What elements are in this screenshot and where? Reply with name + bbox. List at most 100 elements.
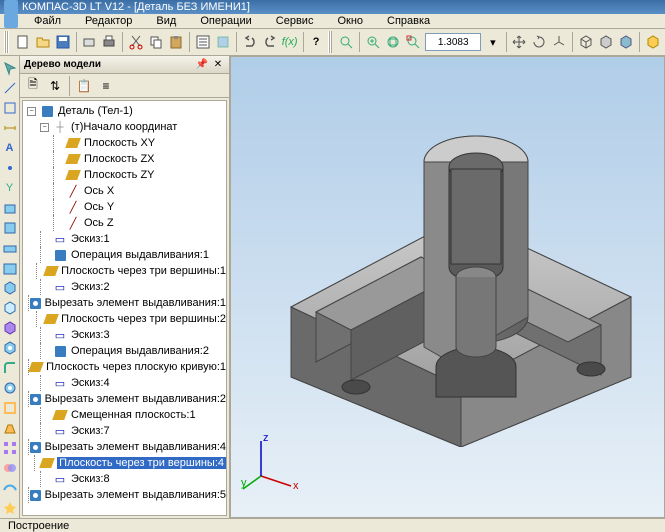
tree-item[interactable]: ▭Эскиз:3 [23, 327, 226, 343]
tree-item[interactable]: Плоскость ZY [23, 167, 226, 183]
vtool-box3[interactable] [1, 239, 19, 257]
open-button[interactable] [34, 31, 52, 53]
tree-item[interactable]: Плоскость через три вершины:2 [23, 311, 226, 327]
menu-file[interactable]: Файл [22, 15, 73, 27]
main-toolbar: f(x) ? ▾ [0, 29, 665, 56]
tree-item[interactable]: Операция выдавливания:2 [23, 343, 226, 359]
save-button[interactable] [54, 31, 72, 53]
pin-button[interactable]: 📌 [195, 58, 209, 72]
library-button[interactable] [214, 31, 232, 53]
copy-button[interactable] [147, 31, 165, 53]
tree-body[interactable]: −Деталь (Тел-1) −┼(т)Начало координат Пл… [22, 100, 227, 516]
tree-btn3[interactable]: 📋 [74, 76, 94, 96]
undo-button[interactable] [241, 31, 259, 53]
zoom-area-button[interactable] [337, 31, 355, 53]
vtool-shell[interactable] [1, 399, 19, 417]
vtool-line[interactable] [1, 79, 19, 97]
tree-item[interactable]: Вырезать элемент выдавливания:5 [23, 487, 226, 503]
vtool-cut[interactable] [1, 339, 19, 357]
vtool-pattern[interactable] [1, 439, 19, 457]
properties-button[interactable] [194, 31, 212, 53]
vtool-bool[interactable] [1, 459, 19, 477]
vtool-text[interactable]: A [1, 139, 19, 157]
paste-button[interactable] [167, 31, 185, 53]
vtool-surf[interactable] [1, 479, 19, 497]
vtool-sketch[interactable] [1, 99, 19, 117]
tree-item[interactable]: ▭Эскиз:8 [23, 471, 226, 487]
rotate-button[interactable] [530, 31, 548, 53]
tree-item[interactable]: Плоскость через три вершины:1 [23, 263, 226, 279]
titlebar: КОМПАС-3D LT V12 - [Деталь БЕЗ ИМЕНИ1] [0, 0, 665, 14]
zoom-in-button[interactable] [364, 31, 382, 53]
doc-icon [4, 14, 18, 28]
print-preview-button[interactable] [80, 31, 98, 53]
toolbar-grip[interactable] [328, 31, 333, 53]
tree-item[interactable]: Операция выдавливания:1 [23, 247, 226, 263]
hidden-button[interactable] [597, 31, 615, 53]
tree-item[interactable]: ▭Эскиз:7 [23, 423, 226, 439]
tree-item[interactable]: ▭Эскиз:1 [23, 231, 226, 247]
axis-gizmo: x y z [241, 431, 301, 491]
zoom-input[interactable] [425, 33, 481, 51]
print-button[interactable] [100, 31, 118, 53]
vtool-misc[interactable] [1, 499, 19, 517]
tree-item[interactable]: Вырезать элемент выдавливания:4 [23, 439, 226, 455]
new-button[interactable] [14, 31, 32, 53]
tree-item[interactable]: Плоскость через плоскую кривую:1 [23, 359, 226, 375]
statusbar: Построение [0, 518, 665, 532]
tree-btn4[interactable]: ≡ [96, 76, 116, 96]
help-cursor-button[interactable]: ? [307, 31, 324, 53]
tree-item[interactable]: Плоскость через три вершины:4 [23, 455, 226, 471]
menu-view[interactable]: Вид [144, 15, 188, 27]
tree-item[interactable]: ╱Ось Z [23, 215, 226, 231]
tree-item[interactable]: Смещенная плоскость:1 [23, 407, 226, 423]
menu-editor[interactable]: Редактор [73, 15, 144, 27]
redo-button[interactable] [261, 31, 279, 53]
vtool-y[interactable]: Y [1, 179, 19, 197]
vtool-extr[interactable] [1, 319, 19, 337]
tree-item[interactable]: ▭Эскиз:2 [23, 279, 226, 295]
toolbar-grip[interactable] [4, 31, 9, 53]
zoom-fit-button[interactable] [384, 31, 402, 53]
tree-item[interactable]: Плоскость ZX [23, 151, 226, 167]
cut-button[interactable] [127, 31, 145, 53]
zoom-all-button[interactable] [404, 31, 422, 53]
viewport-3d[interactable]: x y z [230, 56, 665, 518]
function-button[interactable]: f(x) [281, 31, 299, 53]
tree-item[interactable]: ╱Ось Y [23, 199, 226, 215]
menu-help[interactable]: Справка [375, 15, 442, 27]
tree-btn1[interactable]: 🗎 [23, 76, 43, 96]
model-tree-panel: Дерево модели 📌 ✕ 🗎 ⇅ 📋 ≡ −Деталь (Тел-1… [20, 56, 230, 518]
menu-service[interactable]: Сервис [264, 15, 326, 27]
vtool-hole[interactable] [1, 379, 19, 397]
perspective-button[interactable] [644, 31, 662, 53]
vtool-cube2[interactable] [1, 299, 19, 317]
close-panel-button[interactable]: ✕ [211, 58, 225, 72]
menu-window[interactable]: Окно [325, 15, 375, 27]
vtool-point[interactable] [1, 159, 19, 177]
menu-operations[interactable]: Операции [188, 15, 263, 27]
vtool-cube1[interactable] [1, 279, 19, 297]
shaded-button[interactable] [617, 31, 635, 53]
tree-item[interactable]: Плоскость XY [23, 135, 226, 151]
orientation-button[interactable] [550, 31, 568, 53]
tree-item[interactable]: Вырезать элемент выдавливания:1 [23, 295, 226, 311]
vtool-box2[interactable] [1, 219, 19, 237]
tree-origin[interactable]: −┼(т)Начало координат [23, 119, 226, 135]
tree-item[interactable]: ╱Ось X [23, 183, 226, 199]
tree-item[interactable]: ▭Эскиз:4 [23, 375, 226, 391]
vtool-rib[interactable] [1, 419, 19, 437]
wireframe-button[interactable] [577, 31, 595, 53]
vtool-fillet[interactable] [1, 359, 19, 377]
vtool-box4[interactable] [1, 259, 19, 277]
vtool-select[interactable] [1, 59, 19, 77]
tree-btn2[interactable]: ⇅ [45, 76, 65, 96]
vertical-toolbar: A Y [0, 56, 20, 518]
window-title: КОМПАС-3D LT V12 - [Деталь БЕЗ ИМЕНИ1] [22, 1, 250, 13]
vtool-box1[interactable] [1, 199, 19, 217]
tree-root[interactable]: −Деталь (Тел-1) [23, 103, 226, 119]
pan-button[interactable] [510, 31, 528, 53]
vtool-dim[interactable] [1, 119, 19, 137]
dropdown-icon[interactable]: ▾ [484, 31, 501, 53]
tree-item[interactable]: Вырезать элемент выдавливания:2 [23, 391, 226, 407]
